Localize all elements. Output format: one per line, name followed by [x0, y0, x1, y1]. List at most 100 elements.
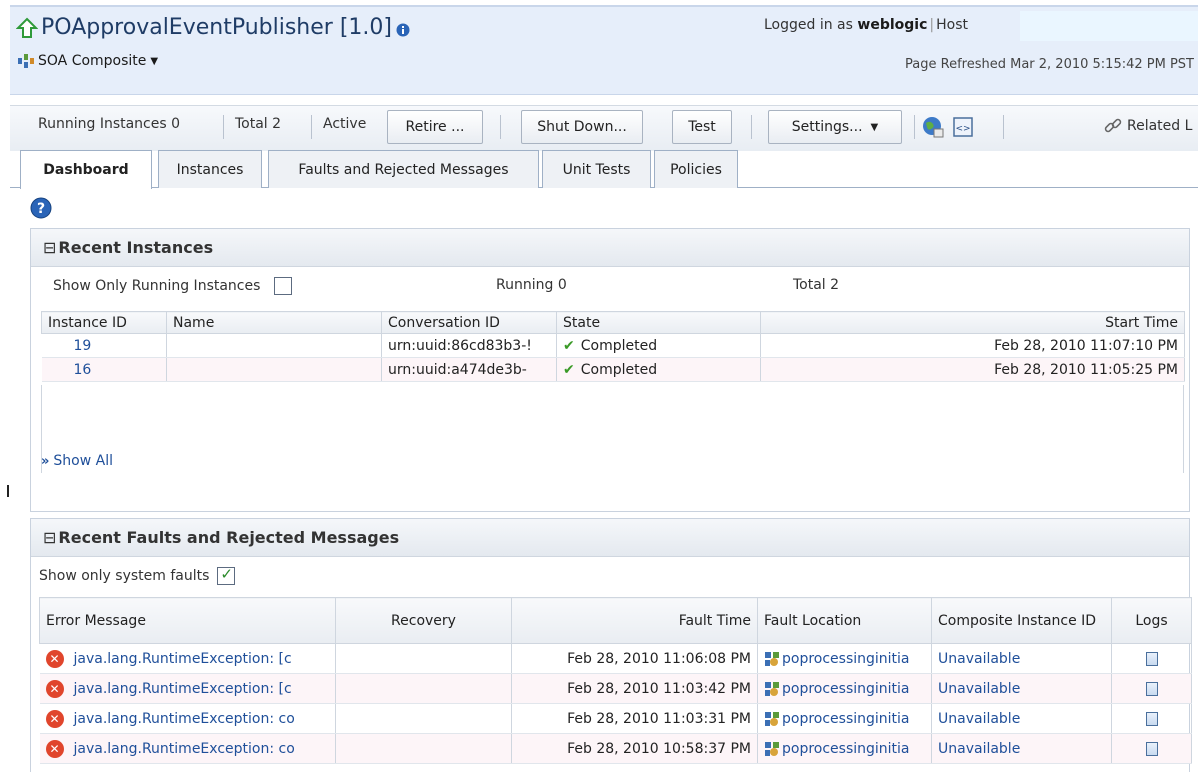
conversation-id: urn:uuid:a474de3b- — [381, 357, 557, 382]
service-component-icon — [765, 741, 779, 756]
table-row[interactable]: 19 urn:uuid:86cd83b3-! ✔ Completed Feb 28… — [41, 333, 1185, 358]
settings-label: Settings... — [791, 119, 863, 135]
running-instances: Running Instances 0 — [38, 116, 180, 132]
tab-policies[interactable]: Policies — [654, 150, 738, 188]
running-value: 0 — [557, 277, 567, 293]
service-component-icon — [765, 651, 779, 666]
error-message-link[interactable]: java.lang.RuntimeException: co — [74, 741, 295, 757]
instance-state: ✔ Completed — [556, 333, 761, 358]
svg-text:?: ? — [37, 201, 45, 217]
composite-instance-link[interactable]: Unavailable — [938, 741, 1020, 757]
deploy-globe-icon[interactable] — [921, 115, 945, 139]
running-count: Running 0 — [496, 277, 567, 293]
total-label: Total — [235, 116, 268, 132]
recent-faults-header[interactable]: ⊟ Recent Faults and Rejected Messages — [31, 519, 1189, 557]
check-icon: ✔ — [563, 361, 575, 378]
instance-name — [166, 357, 382, 382]
user-name[interactable]: weblogic — [857, 17, 927, 33]
collapse-icon[interactable]: ⊟ — [43, 528, 56, 547]
recent-instances-header[interactable]: ⊟ Recent Instances — [31, 229, 1189, 267]
show-all-link[interactable]: » Show All — [41, 453, 113, 469]
tab-dashboard[interactable]: Dashboard — [20, 150, 152, 189]
link-chain-icon — [1104, 118, 1122, 133]
show-running-checkbox[interactable] — [274, 277, 293, 295]
up-arrow-icon[interactable] — [16, 17, 38, 39]
active-status: Active — [323, 116, 367, 132]
fault-time: Feb 28, 2010 11:03:42 PM — [511, 673, 758, 704]
settings-menu-button[interactable]: Settings... ▼ — [768, 110, 902, 144]
column-header[interactable]: Conversation ID — [381, 311, 557, 334]
error-icon: ✕ — [45, 679, 64, 698]
help-icon[interactable]: ? — [30, 197, 52, 219]
error-icon: ✕ — [45, 709, 64, 728]
fault-location-link[interactable]: poprocessinginitia — [782, 681, 910, 697]
test-button[interactable]: Test — [672, 110, 732, 144]
service-component-icon — [765, 681, 779, 696]
column-header[interactable]: Error Message — [39, 597, 336, 644]
column-header[interactable]: Logs — [1111, 597, 1192, 644]
fault-location-link[interactable]: poprocessinginitia — [782, 651, 910, 667]
fault-time: Feb 28, 2010 10:58:37 PM — [511, 733, 758, 764]
recovery-cell — [335, 643, 512, 674]
service-component-icon — [765, 711, 779, 726]
recent-faults-panel: ⊟ Recent Faults and Rejected Messages Sh… — [30, 518, 1192, 772]
error-message-link[interactable]: java.lang.RuntimeException: [c — [74, 651, 292, 667]
page-header: POApprovalEventPublisher [1.0] SOA Compo… — [10, 5, 1198, 95]
table-row[interactable]: ✕ java.lang.RuntimeException: [c Feb 28, … — [39, 673, 1192, 704]
column-header[interactable]: State — [556, 311, 761, 334]
instance-id-link[interactable]: 16 — [74, 362, 92, 378]
info-icon[interactable] — [396, 23, 410, 37]
log-icon[interactable] — [1145, 681, 1158, 696]
toolbar-separator — [1003, 115, 1004, 139]
total-value: 2 — [272, 116, 282, 132]
column-header[interactable]: Recovery — [335, 597, 512, 644]
chevron-down-icon: ▼ — [870, 121, 879, 133]
tab-faults-and-rejected-messages[interactable]: Faults and Rejected Messages — [268, 150, 539, 188]
table-header-row: Instance ID Name Conversation ID State S… — [41, 311, 1185, 334]
composite-instance-link[interactable]: Unavailable — [938, 651, 1020, 667]
composite-instance-link[interactable]: Unavailable — [938, 681, 1020, 697]
collapse-icon[interactable]: ⊟ — [43, 238, 56, 257]
tab-instances[interactable]: Instances — [158, 150, 262, 188]
fault-location-link[interactable]: poprocessinginitia — [782, 711, 910, 727]
shut-down-button[interactable]: Shut Down... — [521, 110, 643, 144]
composite-instance-link[interactable]: Unavailable — [938, 711, 1020, 727]
running-instances-label: Running Instances — [38, 116, 167, 132]
instance-name — [166, 333, 382, 358]
log-icon[interactable] — [1145, 711, 1158, 726]
login-info: Logged in as weblogic | Host — [764, 17, 968, 33]
column-header[interactable]: Composite Instance ID — [931, 597, 1112, 644]
log-icon[interactable] — [1145, 651, 1158, 666]
table-row[interactable]: ✕ java.lang.RuntimeException: [c Feb 28, … — [39, 643, 1192, 674]
composite-menu[interactable]: SOA Composite ▼ — [18, 53, 158, 69]
table-row[interactable]: ✕ java.lang.RuntimeException: co Feb 28, … — [39, 733, 1192, 764]
total-count: Total 2 — [793, 277, 839, 293]
error-message-link[interactable]: java.lang.RuntimeException: [c — [74, 681, 292, 697]
column-header[interactable]: Start Time — [760, 311, 1185, 334]
related-links[interactable]: Related L — [1103, 116, 1192, 136]
retire-button[interactable]: Retire ... — [387, 110, 483, 144]
composite-icon — [18, 54, 34, 68]
column-header[interactable]: Fault Location — [757, 597, 932, 644]
column-header[interactable]: Fault Time — [511, 597, 758, 644]
toolbar-separator — [914, 115, 915, 139]
log-icon[interactable] — [1145, 741, 1158, 756]
tab-unit-tests[interactable]: Unit Tests — [542, 150, 651, 188]
toolbar-separator — [311, 115, 312, 139]
column-header[interactable]: Instance ID — [41, 311, 167, 334]
fault-location-link[interactable]: poprocessinginitia — [782, 741, 910, 757]
page-title: POApprovalEventPublisher [1.0] — [41, 15, 392, 40]
related-links-label: Related L — [1127, 118, 1193, 134]
tab-bar: Dashboard Instances Faults and Rejected … — [10, 150, 1198, 189]
show-all-label: Show All — [53, 453, 113, 469]
column-header[interactable]: Name — [166, 311, 382, 334]
instance-id-link[interactable]: 19 — [74, 338, 92, 354]
table-row[interactable]: 16 urn:uuid:a474de3b- ✔ Completed Feb 28,… — [41, 357, 1185, 382]
page-refreshed: Page Refreshed Mar 2, 2010 5:15:42 PM PS… — [905, 57, 1194, 72]
error-message-link[interactable]: java.lang.RuntimeException: co — [74, 711, 295, 727]
conversation-id: urn:uuid:86cd83b3-! — [381, 333, 557, 358]
system-faults-checkbox[interactable] — [217, 565, 236, 585]
xml-source-icon[interactable]: <> — [951, 115, 975, 139]
divider — [7, 485, 9, 497]
table-row[interactable]: ✕ java.lang.RuntimeException: co Feb 28, … — [39, 703, 1192, 734]
